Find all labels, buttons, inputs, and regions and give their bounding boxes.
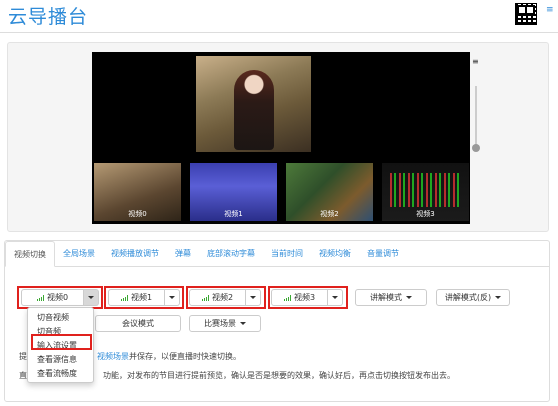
tab-bottom-ticker[interactable]: 底部滚动字幕 [199,241,263,267]
help-line-2-suffix: 功能，对发布的节目进行提前预览，确认是否是想要的效果，确认好后，再点击切换按钮发… [103,371,455,380]
highlight-box-video-2 [186,286,266,309]
volume-slider-knob[interactable] [472,144,480,152]
list-icon[interactable]: ≡ [472,58,479,66]
tab-global-scene[interactable]: 全局场景 [55,241,103,267]
tab-bar: 视频切换 全局场景 视频播放调节 弹幕 底部滚动字幕 当前时间 视频均衡 音量调… [5,241,407,267]
tab-video-switch[interactable]: 视频切换 [5,241,55,267]
highlight-box-input-stream-settings [31,334,92,350]
highlight-box-video-3 [268,286,348,309]
menu-item-switch-av[interactable]: 切音视频 [28,311,93,325]
match-scene-label: 比赛场景 [204,319,236,328]
help-line-2-prefix: 直 [19,371,27,380]
commentary-mode-reverse-button[interactable]: 讲解模式(反) [436,289,510,306]
video-thumbnail-1[interactable]: 视频1 [190,163,277,221]
header-divider [0,32,558,33]
thumbnail-label: 视频1 [224,210,243,218]
tab-danmaku[interactable]: 弹幕 [167,241,199,267]
caret-down-icon [406,296,412,299]
chart-graphic [390,173,462,207]
commentary-mode-label: 讲解模式 [370,293,402,302]
main-video-preview[interactable] [196,56,311,152]
highlight-box-video-0 [17,286,103,309]
meeting-mode-label: 会议模式 [122,319,154,328]
thumbnail-label: 视频0 [128,210,147,218]
highlight-box-video-1 [104,286,184,309]
video-thumbnail-3[interactable]: 视频3 [382,163,469,221]
meeting-mode-button[interactable]: 会议模式 [95,315,181,332]
tab-current-time[interactable]: 当前时间 [263,241,311,267]
thumbnail-label: 视频2 [320,210,339,218]
video-scene-link[interactable]: 视频场景 [97,352,129,361]
caret-down-icon [495,296,502,299]
help-line-1-prefix: 提 [19,352,27,361]
tab-video-balance[interactable]: 视频均衡 [311,241,359,267]
menu-item-view-source-info[interactable]: 查看源信息 [28,353,93,367]
tab-volume[interactable]: 音量调节 [359,241,407,267]
app-title: 云导播台 [8,6,89,28]
match-scene-button[interactable]: 比赛场景 [189,315,261,332]
performer-image [234,70,274,150]
volume-slider-track[interactable] [475,86,477,146]
caret-down-icon [240,322,246,325]
thumbnail-label: 视频3 [416,210,435,218]
commentary-mode-reverse-label: 讲解模式(反) [444,293,492,302]
menu-item-view-smoothness[interactable]: 查看流畅度 [28,367,93,381]
help-line-1-suffix: 并保存，以便直播时快速切换。 [129,352,241,361]
qr-code-icon[interactable] [515,3,537,25]
tab-video-playback[interactable]: 视频播放调节 [103,241,167,267]
video-thumbnail-2[interactable]: 视频2 [286,163,373,221]
video-thumbnail-0[interactable]: 视频0 [94,163,181,221]
commentary-mode-button[interactable]: 讲解模式 [355,289,427,306]
hamburger-icon[interactable]: ≡ [546,6,554,15]
